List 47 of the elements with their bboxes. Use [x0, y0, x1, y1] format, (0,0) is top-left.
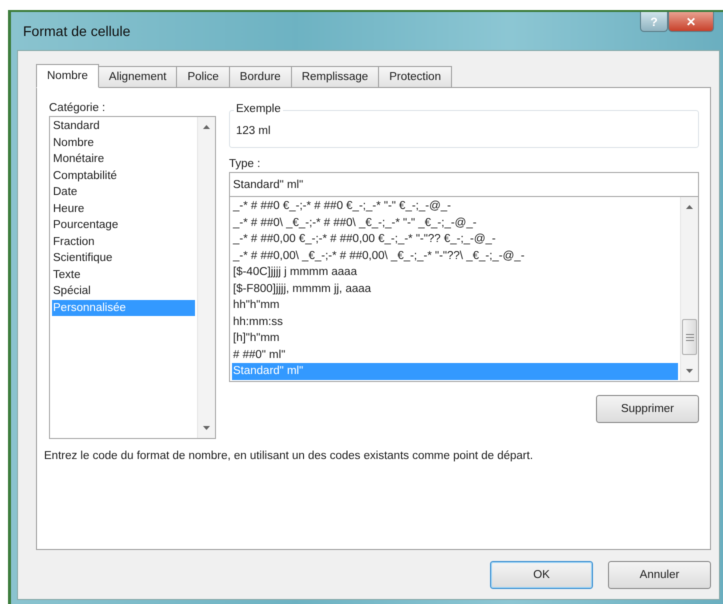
category-item[interactable]: Spécial [52, 283, 195, 300]
down-arrow-icon[interactable] [686, 369, 693, 373]
category-item[interactable]: Pourcentage [52, 217, 195, 234]
category-label: Catégorie : [49, 101, 106, 116]
tab[interactable]: Nombre [36, 64, 99, 88]
category-item[interactable]: Monétaire [52, 151, 195, 168]
format-item[interactable]: _-* # ##0\ _€_-;-* # ##0\ _€_-;_-* "-" _€_-;_-@_- [232, 214, 678, 231]
category-item[interactable]: Scientifique [52, 250, 195, 266]
category-item[interactable]: Nombre [52, 134, 195, 151]
format-item[interactable]: hh:mm:ss [232, 314, 678, 330]
sample-label: Exemple [234, 103, 283, 115]
type-label: Type : [229, 157, 262, 172]
format-item[interactable]: [$-40C]jjjj j mmmm aaaa [232, 264, 678, 280]
scrollbar[interactable] [197, 117, 215, 438]
format-item[interactable]: _-* # ##0,00 €_-;-* # ##0,00 €_-;_-* "-"?? €_-;_-@_- [232, 231, 678, 248]
format-item[interactable]: [$-F800]jjjj, mmmm jj, aaaa [232, 280, 678, 297]
category-list[interactable]: Standard Nombre Monétaire Comptabilité Date Heure Pourcentage Fraction Scientifique Texte Spécial Personnalisée [49, 116, 216, 439]
type-input-field[interactable]: Standard" ml" [229, 172, 699, 197]
tab[interactable]: Bordure [228, 66, 292, 88]
format-list[interactable] [229, 197, 699, 382]
tab[interactable]: Alignement [98, 66, 178, 88]
format-item[interactable]: _-* # ##0 €_-;-* # ##0 €_-;_-* "-" €_-;_-@_- [232, 198, 678, 214]
format-item[interactable]: hh"h"mm [232, 297, 678, 314]
up-arrow-icon[interactable] [686, 205, 693, 209]
grip-icon [686, 334, 694, 340]
delete-button[interactable]: Supprimer [596, 395, 699, 423]
tab[interactable]: Protection [378, 66, 452, 88]
sample-value: 123 ml [236, 125, 271, 137]
down-arrow-icon[interactable] [203, 426, 210, 430]
description-text: Entrez le code du format de nombre, en utilisant un des codes existants comme point de départ. [44, 449, 534, 462]
category-item[interactable]: Heure [52, 200, 195, 217]
category-item[interactable]: Texte [52, 266, 195, 283]
format-item[interactable]: [h]"h"mm [232, 330, 678, 346]
window-title: Format de cellule [22, 23, 130, 39]
ok-button[interactable]: OK [490, 561, 593, 589]
category-item[interactable]: Standard [52, 118, 195, 134]
scrollbar[interactable] [680, 197, 698, 381]
category-item[interactable]: Comptabilité [52, 168, 195, 184]
cancel-button[interactable]: Annuler [608, 561, 711, 589]
format-item[interactable]: # ##0" ml" [232, 346, 678, 363]
category-item[interactable]: Fraction [52, 234, 195, 250]
up-arrow-icon[interactable] [203, 125, 210, 129]
tab[interactable]: Police [176, 66, 230, 88]
format-item[interactable]: _-* # ##0,00\ _€_-;-* # ##0,00\ _€_-;_-* "-"??\ _€_-;_-@_- [232, 248, 678, 264]
category-item[interactable]: Date [52, 184, 195, 200]
tab[interactable]: Remplissage [290, 66, 380, 88]
scroll-thumb[interactable] [682, 319, 697, 355]
